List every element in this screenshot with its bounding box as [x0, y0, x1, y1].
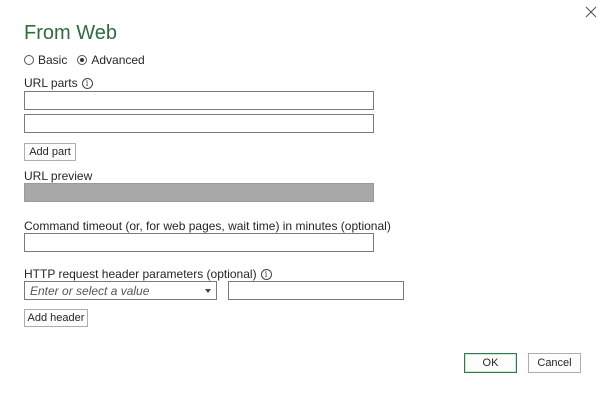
header-value-input[interactable] [228, 281, 404, 300]
url-parts-heading: URL parts i [24, 76, 93, 90]
command-timeout-input[interactable] [24, 233, 374, 252]
url-parts-label: URL parts [24, 76, 78, 90]
url-part-input-1[interactable] [24, 91, 374, 110]
url-preview-field [24, 183, 374, 202]
radio-button-selected-icon [77, 55, 88, 65]
add-header-button[interactable]: Add header [24, 309, 88, 327]
advanced-radio-label: Advanced [91, 53, 145, 67]
url-part-input-2[interactable] [24, 114, 374, 133]
ok-button[interactable]: OK [464, 353, 517, 373]
info-icon[interactable]: i [260, 268, 272, 280]
http-headers-label: HTTP request header parameters (optional… [24, 267, 257, 281]
close-icon[interactable] [584, 5, 598, 19]
command-timeout-label: Command timeout (or, for web pages, wait… [24, 219, 391, 233]
advanced-radio[interactable]: Advanced [77, 53, 145, 67]
url-preview-label: URL preview [24, 169, 93, 183]
header-name-placeholder: Enter or select a value [30, 283, 150, 298]
header-name-combobox[interactable]: Enter or select a value [24, 281, 217, 300]
basic-radio-label: Basic [38, 53, 68, 67]
radio-button-icon [24, 55, 34, 65]
mode-selector: Basic Advanced [24, 53, 155, 67]
cancel-button[interactable]: Cancel [528, 353, 581, 373]
info-icon[interactable]: i [81, 77, 93, 89]
add-part-button[interactable]: Add part [24, 143, 76, 161]
chevron-down-icon[interactable] [205, 288, 211, 293]
basic-radio[interactable]: Basic [24, 53, 67, 67]
dialog-title: From Web [24, 22, 117, 44]
http-headers-heading: HTTP request header parameters (optional… [24, 267, 272, 281]
